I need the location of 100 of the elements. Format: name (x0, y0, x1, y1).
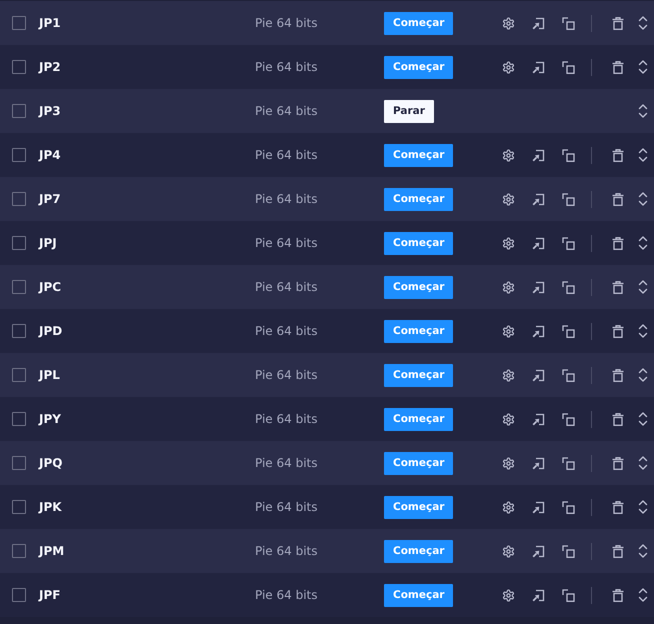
trash-icon[interactable] (612, 412, 624, 426)
row-checkbox[interactable] (12, 544, 26, 558)
copy-icon[interactable] (562, 456, 575, 470)
row-checkbox[interactable] (12, 324, 26, 338)
row-checkbox[interactable] (12, 104, 26, 118)
chevron-up-down-icon[interactable] (638, 324, 648, 338)
square-arrow-icon[interactable] (532, 544, 545, 558)
settings-icon[interactable] (502, 192, 515, 206)
start-button[interactable]: Começar (384, 320, 454, 342)
trash-icon[interactable] (612, 588, 624, 602)
settings-icon[interactable] (502, 148, 515, 162)
row-checkbox[interactable] (12, 368, 26, 382)
item-mode: Pie 64 bits (255, 456, 318, 470)
start-button[interactable]: Começar (384, 144, 454, 166)
stop-button[interactable]: Parar (384, 100, 434, 122)
item-mode: Pie 64 bits (255, 500, 318, 514)
square-arrow-icon[interactable] (532, 60, 545, 74)
trash-icon[interactable] (612, 368, 624, 382)
copy-icon[interactable] (562, 544, 575, 558)
chevron-up-down-icon[interactable] (638, 60, 648, 74)
square-arrow-icon[interactable] (532, 368, 545, 382)
copy-icon[interactable] (562, 148, 575, 162)
chevron-up-down-icon[interactable] (638, 368, 648, 382)
square-arrow-icon[interactable] (532, 412, 545, 426)
start-button[interactable]: Começar (384, 12, 454, 34)
item-mode: Pie 64 bits (255, 16, 318, 30)
chevron-up-down-icon[interactable] (638, 544, 648, 558)
copy-icon[interactable] (562, 16, 575, 30)
row-checkbox[interactable] (12, 588, 26, 602)
settings-icon[interactable] (502, 544, 515, 558)
chevron-up-down-icon[interactable] (638, 456, 648, 470)
chevron-up-down-icon[interactable] (638, 412, 648, 426)
settings-icon[interactable] (502, 280, 515, 294)
start-button[interactable]: Começar (384, 56, 454, 78)
chevron-up-down-icon[interactable] (638, 192, 648, 206)
chevron-up-down-icon[interactable] (638, 588, 648, 602)
square-arrow-icon[interactable] (532, 192, 545, 206)
square-arrow-icon[interactable] (532, 324, 545, 338)
trash-icon[interactable] (612, 500, 624, 514)
row-checkbox[interactable] (12, 16, 26, 30)
settings-icon[interactable] (502, 324, 515, 338)
chevron-up-down-icon[interactable] (638, 104, 648, 118)
row-checkbox[interactable] (12, 280, 26, 294)
item-name: JP2 (39, 60, 61, 74)
copy-icon[interactable] (562, 500, 575, 514)
trash-icon[interactable] (612, 16, 624, 30)
start-button[interactable]: Começar (384, 584, 454, 606)
square-arrow-icon[interactable] (532, 456, 545, 470)
square-arrow-icon[interactable] (532, 16, 545, 30)
item-mode: Pie 64 bits (255, 544, 318, 558)
copy-icon[interactable] (562, 412, 575, 426)
copy-icon[interactable] (562, 192, 575, 206)
start-button[interactable]: Começar (384, 452, 454, 474)
row-checkbox[interactable] (12, 500, 26, 514)
start-button[interactable]: Começar (384, 232, 454, 254)
copy-icon[interactable] (562, 324, 575, 338)
settings-icon[interactable] (502, 412, 515, 426)
trash-icon[interactable] (612, 236, 624, 250)
row-checkbox[interactable] (12, 192, 26, 206)
chevron-up-down-icon[interactable] (638, 280, 648, 294)
settings-icon[interactable] (502, 236, 515, 250)
copy-icon[interactable] (562, 236, 575, 250)
settings-icon[interactable] (502, 500, 515, 514)
trash-icon[interactable] (612, 544, 624, 558)
settings-icon[interactable] (502, 588, 515, 602)
copy-icon[interactable] (562, 588, 575, 602)
trash-icon[interactable] (612, 60, 624, 74)
row-checkbox[interactable] (12, 456, 26, 470)
start-button[interactable]: Começar (384, 496, 454, 518)
chevron-up-down-icon[interactable] (638, 16, 648, 30)
chevron-up-down-icon[interactable] (638, 500, 648, 514)
copy-icon[interactable] (562, 368, 575, 382)
start-button[interactable]: Começar (384, 408, 454, 430)
settings-icon[interactable] (502, 456, 515, 470)
row-checkbox[interactable] (12, 148, 26, 162)
square-arrow-icon[interactable] (532, 280, 545, 294)
square-arrow-icon[interactable] (532, 148, 545, 162)
copy-icon[interactable] (562, 280, 575, 294)
trash-icon[interactable] (612, 280, 624, 294)
settings-icon[interactable] (502, 60, 515, 74)
row-checkbox[interactable] (12, 60, 26, 74)
trash-icon[interactable] (612, 148, 624, 162)
item-name: JP4 (39, 148, 61, 162)
trash-icon[interactable] (612, 456, 624, 470)
start-button[interactable]: Começar (384, 540, 454, 562)
settings-icon[interactable] (502, 368, 515, 382)
chevron-up-down-icon[interactable] (638, 236, 648, 250)
trash-icon[interactable] (612, 192, 624, 206)
chevron-up-down-icon[interactable] (638, 148, 648, 162)
start-button[interactable]: Começar (384, 364, 454, 386)
start-button[interactable]: Começar (384, 188, 454, 210)
row-checkbox[interactable] (12, 236, 26, 250)
row-checkbox[interactable] (12, 412, 26, 426)
copy-icon[interactable] (562, 60, 575, 74)
trash-icon[interactable] (612, 324, 624, 338)
square-arrow-icon[interactable] (532, 236, 545, 250)
start-button[interactable]: Começar (384, 276, 454, 298)
square-arrow-icon[interactable] (532, 588, 545, 602)
square-arrow-icon[interactable] (532, 500, 545, 514)
settings-icon[interactable] (502, 16, 515, 30)
